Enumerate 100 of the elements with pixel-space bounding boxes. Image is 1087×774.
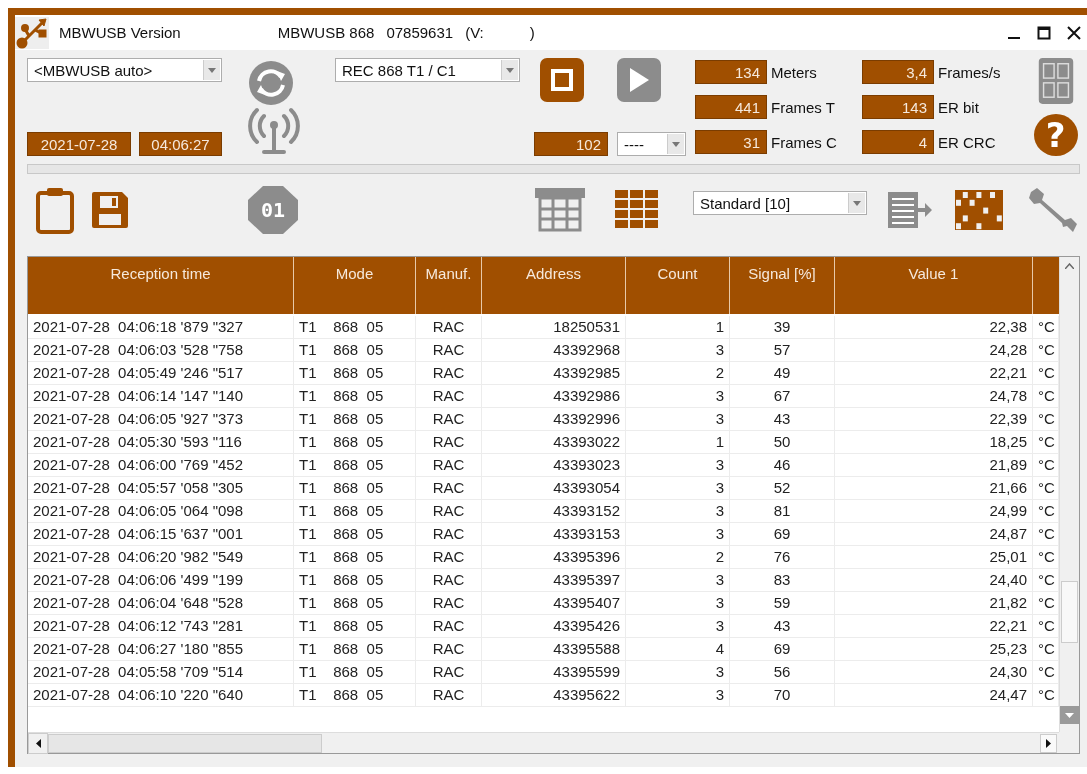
table-cell: 2021-07-28 04:06:00 '769 "452 <box>28 454 294 477</box>
table-cell: 25,23 <box>835 638 1033 661</box>
device-info: 07859631 <box>386 24 454 41</box>
table-cell: 43393023 <box>482 454 626 477</box>
table-cell: T1 868 05 <box>294 477 416 500</box>
table-cell: 22,39 <box>835 408 1033 431</box>
help-button[interactable]: ? <box>1033 113 1078 156</box>
table-cell: 43395407 <box>482 592 626 615</box>
table-cell: 24,30 <box>835 661 1033 684</box>
time-display: 04:06:27 <box>139 132 222 156</box>
stop-button[interactable] <box>540 58 584 102</box>
column-header[interactable]: Address <box>482 257 626 314</box>
close-icon[interactable] <box>1067 25 1081 40</box>
column-header[interactable]: Reception time <box>28 257 294 314</box>
table-cell: 22,21 <box>835 362 1033 385</box>
clipboard-icon[interactable] <box>35 186 75 234</box>
wrench-icon[interactable] <box>1027 186 1078 234</box>
horizontal-scrollbar[interactable] <box>28 732 1059 753</box>
antenna-icon <box>248 106 300 156</box>
play-icon <box>628 67 650 93</box>
table-cell: 2 <box>626 546 730 569</box>
scroll-up-icon[interactable] <box>1065 263 1074 269</box>
table-cell: 24,87 <box>835 523 1033 546</box>
table-cell: RAC <box>416 592 482 615</box>
table-cell: RAC <box>416 385 482 408</box>
table-cell: RAC <box>416 684 482 707</box>
column-header[interactable]: Manuf. <box>416 257 482 314</box>
window-title: MBWUSB Version <box>59 24 181 41</box>
table-cell: 2021-07-28 04:05:58 '709 "514 <box>28 661 294 684</box>
table-cell: 43392986 <box>482 385 626 408</box>
table-cell: 83 <box>730 569 835 592</box>
table-cell: RAC <box>416 523 482 546</box>
stat-value: 31 <box>695 130 767 154</box>
table-cell: 69 <box>730 523 835 546</box>
column-header[interactable]: Mode <box>294 257 416 314</box>
table-cell: T1 868 05 <box>294 316 416 339</box>
table-cell: 3 <box>626 684 730 707</box>
table-cell: T1 868 05 <box>294 385 416 408</box>
scroll-thumb[interactable] <box>48 733 322 753</box>
refresh-icon[interactable] <box>248 60 294 106</box>
table-cell: T1 868 05 <box>294 615 416 638</box>
table-cell: RAC <box>416 431 482 454</box>
table-cell: T1 868 05 <box>294 638 416 661</box>
table-cell: 2021-07-28 04:06:27 '180 "855 <box>28 638 294 661</box>
table-cell: 24,47 <box>835 684 1033 707</box>
table-cell: 3 <box>626 569 730 592</box>
grid-icon[interactable] <box>615 190 660 230</box>
scroll-left-icon[interactable] <box>35 738 41 748</box>
table-cell: T1 868 05 <box>294 500 416 523</box>
table-cell: T1 868 05 <box>294 454 416 477</box>
window-panes-icon[interactable] <box>1037 58 1074 104</box>
scroll-thumb[interactable] <box>1061 581 1078 643</box>
stat-label: Frames C <box>771 133 837 151</box>
save-icon[interactable] <box>90 190 130 230</box>
vertical-scrollbar[interactable] <box>1059 257 1079 732</box>
table-cell: T1 868 05 <box>294 569 416 592</box>
table-cell: 3 <box>626 477 730 500</box>
scroll-right-icon[interactable] <box>1046 738 1051 748</box>
mode-select[interactable]: REC 868 T1 / C1 <box>335 58 520 82</box>
table-cell: 3 <box>626 339 730 362</box>
port-select[interactable]: <MBWUSB auto> <box>27 58 222 82</box>
table-cell: RAC <box>416 316 482 339</box>
table-cell: 57 <box>730 339 835 362</box>
table-cell: 24,99 <box>835 500 1033 523</box>
channel-value: 102 <box>534 132 608 156</box>
table-cell: 3 <box>626 523 730 546</box>
column-header[interactable]: Value 1 <box>835 257 1033 314</box>
list-export-icon[interactable] <box>888 190 932 230</box>
stat-label: Meters <box>771 63 817 81</box>
stat-label: ER CRC <box>938 133 996 151</box>
table-cell: 3 <box>626 454 730 477</box>
stat-value: 143 <box>862 95 934 119</box>
scroll-down-icon[interactable] <box>1065 712 1074 718</box>
view-select[interactable]: Standard [10] <box>693 191 867 215</box>
table-cell: 21,66 <box>835 477 1033 500</box>
table-cell: RAC <box>416 615 482 638</box>
pattern-grid-icon[interactable] <box>955 190 1003 230</box>
table-cell: 43393054 <box>482 477 626 500</box>
octagon-button[interactable]: 01 <box>248 186 298 234</box>
table-icon[interactable] <box>535 188 585 232</box>
table-cell: RAC <box>416 408 482 431</box>
stat-value: 134 <box>695 60 767 84</box>
column-header[interactable]: Signal [%] <box>730 257 835 314</box>
table-cell: 43 <box>730 408 835 431</box>
stop-icon <box>551 69 573 91</box>
channel-select[interactable]: ---- <box>617 132 686 156</box>
device-info: MBWUSB 868 <box>277 24 375 41</box>
table-cell: 22,21 <box>835 615 1033 638</box>
table-cell: 3 <box>626 500 730 523</box>
table-cell: T1 868 05 <box>294 523 416 546</box>
stat-value: 441 <box>695 95 767 119</box>
table-cell: 2021-07-28 04:06:20 '982 "549 <box>28 546 294 569</box>
maximize-icon[interactable] <box>1037 25 1051 40</box>
table-cell: 43 <box>730 615 835 638</box>
table-cell: 49 <box>730 362 835 385</box>
table-cell: 70 <box>730 684 835 707</box>
table-cell: 24,78 <box>835 385 1033 408</box>
column-header[interactable]: Count <box>626 257 730 314</box>
table-cell: 67 <box>730 385 835 408</box>
stat-value: 3,4 <box>862 60 934 84</box>
